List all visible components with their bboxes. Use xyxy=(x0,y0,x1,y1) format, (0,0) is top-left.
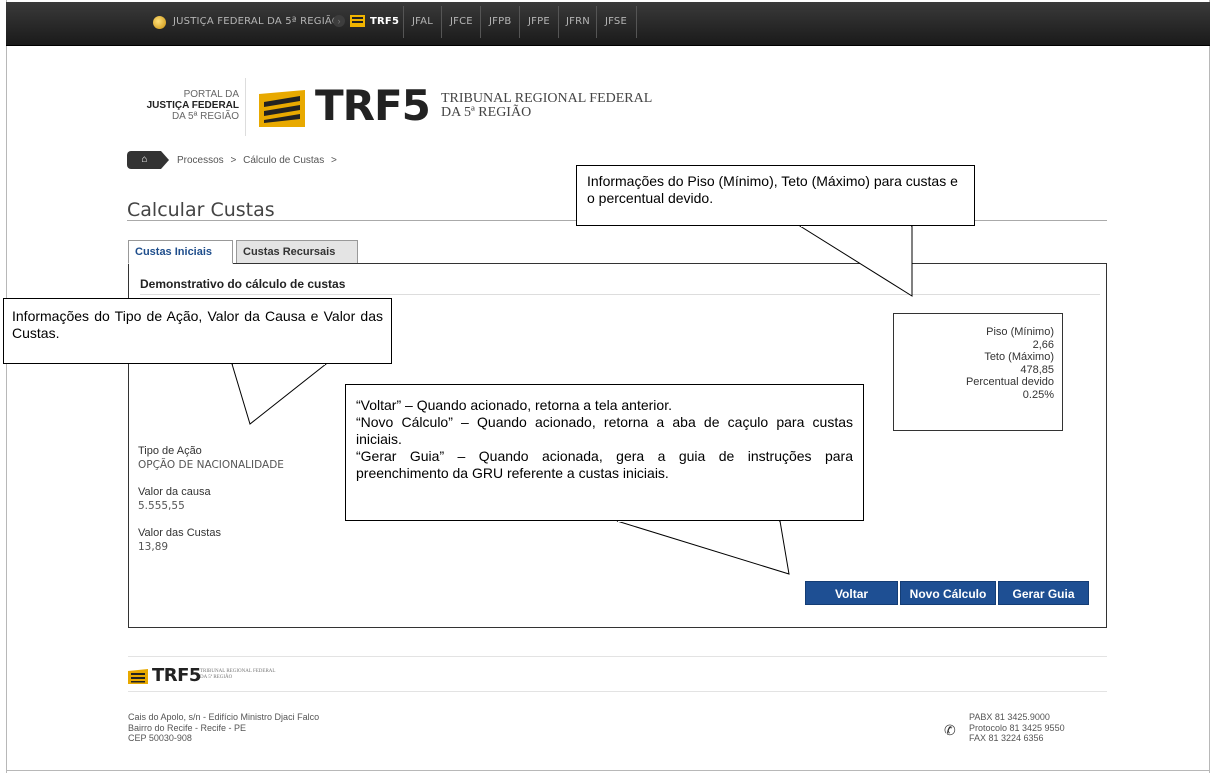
footer-logo-text: TRF5 xyxy=(152,665,201,686)
gerar-guia-button[interactable]: Gerar Guia xyxy=(998,581,1089,605)
nav-separator xyxy=(480,6,481,38)
trf5-logo-icon[interactable] xyxy=(259,90,305,127)
breadcrumb-separator: > xyxy=(230,155,237,166)
portal-link[interactable]: JUSTIÇA FEDERAL DA 5ª REGIÃO xyxy=(173,0,340,44)
piso-value: 2,66 xyxy=(1032,338,1054,351)
limits-box: Piso (Mínimo) 2,66 Teto (Máximo) 478,85 … xyxy=(893,313,1063,431)
nav-jfpe[interactable]: JFPE xyxy=(528,0,550,44)
portal-line-2: JUSTIÇA FEDERAL xyxy=(146,100,239,111)
footer-divider xyxy=(128,656,1107,657)
percentual-value: 0.25% xyxy=(1022,388,1054,401)
portal-line-1: PORTAL DA xyxy=(183,89,239,100)
tab-custas-iniciais[interactable]: Custas Iniciais xyxy=(128,240,233,264)
contact-protocolo: Protocolo 81 3425 9550 xyxy=(969,722,1065,733)
teto-label: Teto (Máximo) xyxy=(984,351,1054,363)
tipo-acao-label: Tipo de Ação xyxy=(138,445,202,457)
footer-tribunal-name: TRIBUNAL REGIONAL FEDERAL DA 5ª REGIÃO xyxy=(200,669,275,681)
frame-right-line xyxy=(1209,0,1210,773)
nav-jfrn[interactable]: JFRN xyxy=(566,0,590,44)
piso-label: Piso (Mínimo) xyxy=(986,326,1054,338)
home-button[interactable]: ⌂ xyxy=(127,151,169,169)
novo-calculo-button[interactable]: Novo Cálculo xyxy=(900,581,996,605)
footer-trf5-logo-icon xyxy=(128,669,148,684)
tribunal-line-2: DA 5ª REGIÃO xyxy=(441,105,532,120)
panel-heading: Demonstrativo do cálculo de custas xyxy=(140,277,346,291)
nav-separator xyxy=(636,6,637,38)
breadcrumb-processos[interactable]: Processos xyxy=(177,155,224,166)
panel-divider xyxy=(140,294,1100,295)
breadcrumb-calculo[interactable]: Cálculo de Custas xyxy=(243,155,324,166)
breadcrumb: Processos > Cálculo de Custas > xyxy=(177,155,341,166)
callout-info-note: Informações do Tipo de Ação, Valor da Ca… xyxy=(3,298,392,364)
valor-causa-label: Valor da causa xyxy=(138,486,211,498)
address-line-1: Cais do Apolo, s/n - Edifício Ministro D… xyxy=(128,712,320,722)
valor-custas-value: 13,89 xyxy=(138,541,169,553)
brasao-icon xyxy=(153,16,166,29)
callout-voltar-line: “Voltar” – Quando acionado, retorna a te… xyxy=(356,397,672,413)
nav-separator xyxy=(403,6,404,38)
address-line-3: CEP 50030-908 xyxy=(128,733,192,743)
frame-bottom-line xyxy=(6,770,1210,771)
percentual-label: Percentual devido xyxy=(965,376,1054,388)
nav-separator xyxy=(519,6,520,38)
footer-contacts: PABX 81 3425.9000 Protocolo 81 3425 9550… xyxy=(969,712,1065,744)
logo-divider xyxy=(245,78,246,136)
phone-icon: ✆ xyxy=(944,722,956,738)
nav-separator xyxy=(596,6,597,38)
valor-custas-label: Valor das Custas xyxy=(138,527,221,539)
voltar-button[interactable]: Voltar xyxy=(805,581,898,605)
tribunal-name: TRIBUNAL REGIONAL FEDERAL DA 5ª REGIÃO xyxy=(441,92,652,120)
tab-custas-recursais[interactable]: Custas Recursais xyxy=(236,240,358,264)
contact-fax: FAX 81 3224 6356 xyxy=(969,733,1044,743)
contact-pabx: PABX 81 3425.9000 xyxy=(969,712,1050,722)
callout-novo-line: “Novo Cálculo” – Quando acionado, retorn… xyxy=(356,414,853,447)
footer-address: Cais do Apolo, s/n - Edifício Ministro D… xyxy=(128,712,319,744)
callout-limits-note: Informações do Piso (Mínimo), Teto (Máxi… xyxy=(576,165,975,226)
teto-value: 478,85 xyxy=(1020,363,1054,376)
nav-separator xyxy=(558,6,559,38)
callout-gerar-line: “Gerar Guia” – Quando acionada, gera a g… xyxy=(356,448,853,481)
address-line-2: Bairro do Recife - Recife - PE xyxy=(128,722,247,733)
nav-trf5[interactable]: TRF5 xyxy=(370,0,399,44)
breadcrumb-separator: > xyxy=(331,155,337,166)
nav-jfse[interactable]: JFSE xyxy=(605,0,627,44)
arrow-icon: › xyxy=(333,15,345,27)
nav-separator xyxy=(441,6,442,38)
valor-causa-value: 5.555,55 xyxy=(138,500,185,512)
footer-tribunal-line-2: DA 5ª REGIÃO xyxy=(200,675,233,680)
trf5-small-logo-icon xyxy=(350,15,365,27)
nav-jfce[interactable]: JFCE xyxy=(450,0,473,44)
footer-divider xyxy=(128,691,1107,692)
tipo-acao-value: OPÇÃO DE NACIONALIDADE xyxy=(138,459,284,471)
portal-line-3: DA 5ª REGIÃO xyxy=(171,111,239,122)
frame-left-line xyxy=(6,0,7,773)
portal-logo-text[interactable]: PORTAL DA JUSTIÇA FEDERAL DA 5ª REGIÃO xyxy=(109,89,239,122)
nav-jfpb[interactable]: JFPB xyxy=(489,0,511,44)
trf5-logo-text[interactable]: TRF5 xyxy=(315,83,431,129)
home-icon: ⌂ xyxy=(141,154,148,165)
nav-jfal[interactable]: JFAL xyxy=(412,0,433,44)
page-title: Calcular Custas xyxy=(127,199,275,221)
tribunal-line-1: TRIBUNAL REGIONAL FEDERAL xyxy=(441,91,653,106)
callout-buttons-note: “Voltar” – Quando acionado, retorna a te… xyxy=(345,384,864,521)
